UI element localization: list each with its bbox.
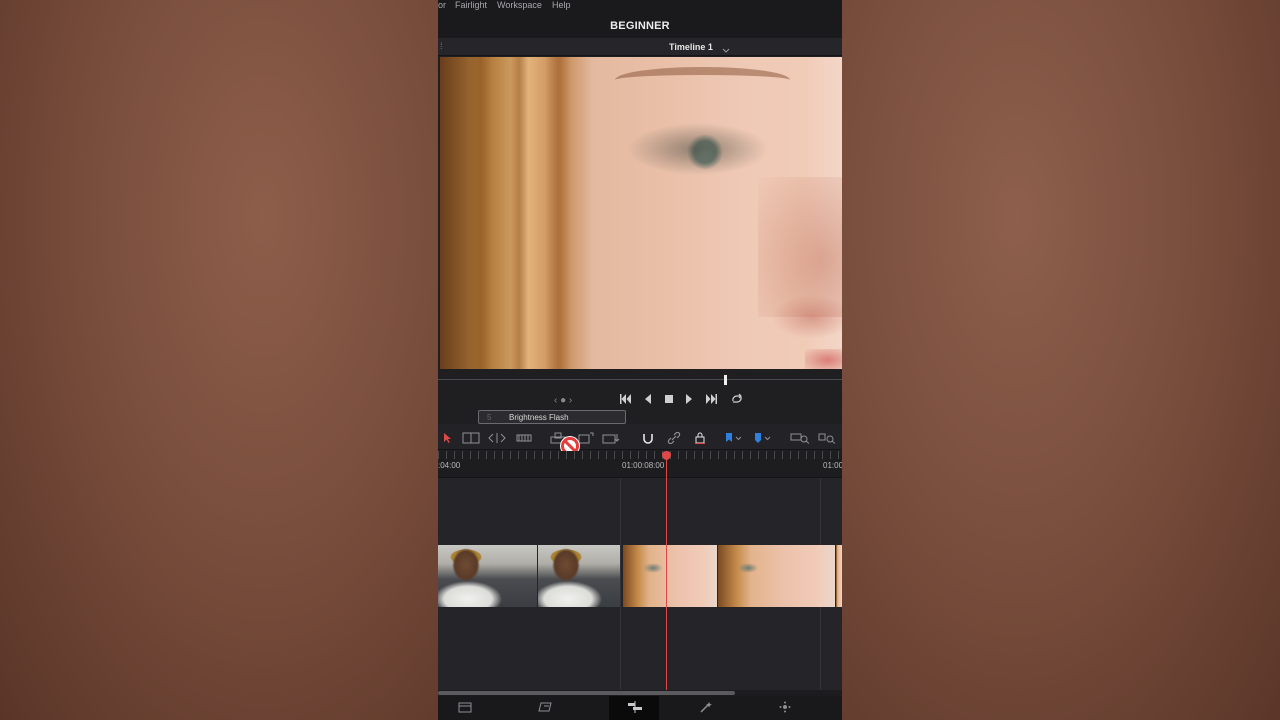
trim-icon[interactable] <box>462 431 480 449</box>
selection-arrow-icon[interactable] <box>442 431 452 449</box>
resolve-app: or Fairlight Workspace Help BEGINNER ⁞ T… <box>438 0 842 720</box>
scrollbar-thumb[interactable] <box>438 691 735 695</box>
tooltip-label: Brightness Flash <box>509 413 569 422</box>
fusion-page-icon <box>700 702 712 713</box>
menu-help[interactable]: Help <box>552 0 571 10</box>
timeline-clip[interactable] <box>623 545 717 607</box>
replace-clip-icon[interactable] <box>602 431 622 449</box>
video-viewer[interactable] <box>440 57 842 369</box>
hair-strand <box>545 57 571 369</box>
jog-control[interactable]: ‹ ● › <box>554 395 572 406</box>
scrub-track <box>438 379 842 380</box>
timecode-label: :04:00 <box>438 461 461 470</box>
timeline-clip[interactable] <box>718 545 835 607</box>
cut-page-icon <box>538 702 552 712</box>
cut-page-button[interactable] <box>520 696 570 720</box>
tooltip-index: 5 <box>487 413 492 422</box>
edit-toolbar <box>438 424 842 450</box>
blade-icon[interactable] <box>516 431 532 449</box>
page-navigation-bar <box>438 696 842 720</box>
timecode-label: 01:00:08:00 <box>622 461 665 470</box>
timeline-name[interactable]: Timeline 1 <box>669 42 713 52</box>
timeline-ruler[interactable]: :04:00 01:00:08:00 01:00 <box>438 451 842 478</box>
viewer-nose <box>758 177 842 317</box>
timeline-playhead[interactable] <box>666 455 667 690</box>
position-lock-icon[interactable] <box>693 431 707 449</box>
hair-strand <box>510 57 528 369</box>
skip-forward-icon[interactable] <box>704 392 718 410</box>
tooltip-brightness-flash: 5 Brightness Flash <box>478 410 626 424</box>
marker-icon[interactable] <box>753 431 773 449</box>
menu-fairlight[interactable]: Fairlight <box>455 0 487 10</box>
zoom-out-icon[interactable] <box>790 431 810 449</box>
track-divider <box>620 478 621 690</box>
scrub-playhead[interactable] <box>724 375 727 385</box>
skip-back-icon[interactable] <box>619 392 633 410</box>
title-bar: BEGINNER <box>438 12 842 38</box>
edit-page-icon <box>628 701 642 713</box>
panel-collapse-icon[interactable]: ⁞ <box>440 41 443 51</box>
loop-icon[interactable] <box>730 392 744 410</box>
timecode-label: 01:00 <box>823 461 842 470</box>
zoom-in-icon[interactable] <box>818 431 838 449</box>
menu-bar: or Fairlight Workspace Help <box>438 0 842 12</box>
viewer-eyebrow <box>615 67 790 93</box>
flag-icon[interactable] <box>724 431 744 449</box>
color-page-button[interactable] <box>760 696 810 720</box>
blurred-background-right <box>842 0 1280 720</box>
ruler-ticks <box>438 451 842 459</box>
color-page-icon <box>779 701 791 713</box>
media-page-button[interactable] <box>440 696 490 720</box>
menu-cut[interactable]: or <box>438 0 446 10</box>
fusion-page-button[interactable] <box>681 696 731 720</box>
blurred-background-left <box>0 0 438 720</box>
menu-workspace[interactable]: Workspace <box>497 0 542 10</box>
viewer-lip <box>805 349 842 369</box>
transport-controls: ‹ ● › <box>438 386 842 412</box>
play-icon[interactable] <box>684 392 694 410</box>
dynamic-trim-icon[interactable] <box>488 431 506 449</box>
media-page-icon <box>458 702 472 713</box>
stop-icon[interactable] <box>664 392 674 410</box>
link-icon[interactable] <box>667 431 681 449</box>
snapping-icon[interactable] <box>641 431 655 449</box>
timeline-selector-bar: ⁞ Timeline 1 <box>438 38 842 56</box>
project-title: BEGINNER <box>610 20 670 32</box>
play-reverse-icon[interactable] <box>643 392 653 410</box>
timeline-clip[interactable] <box>836 545 842 607</box>
timeline-clip[interactable] <box>438 545 537 607</box>
timeline-clip[interactable] <box>538 545 620 607</box>
hair-strand <box>470 57 492 369</box>
edit-page-button[interactable] <box>609 696 659 720</box>
viewer-scrubber[interactable] <box>438 369 842 385</box>
